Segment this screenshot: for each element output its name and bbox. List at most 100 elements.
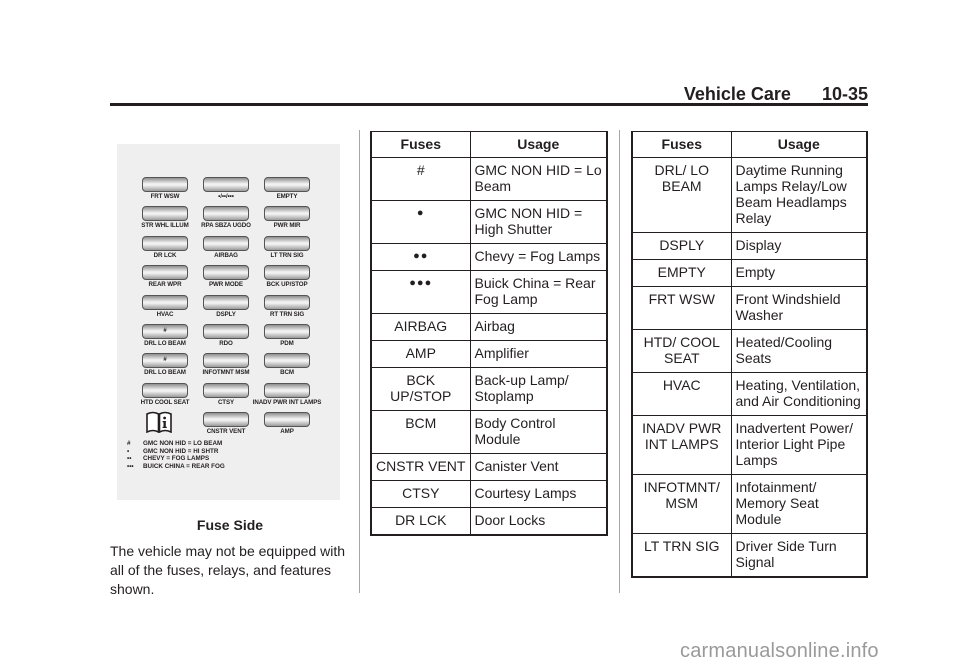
fuse-name-cell: INADV PWR INT LAMPS: [632, 415, 732, 475]
table-row: # GMC NON HID = Lo Beam: [371, 157, 608, 201]
fuse-usage-cell: GMC NON HID = High Shutter: [469, 200, 608, 244]
legend-item: ••• BUICK CHINA = REAR FOG: [127, 463, 225, 471]
legend-text: CHEVY = FOG LAMPS: [143, 455, 210, 463]
legend-item: # GMC NON HID = LO BEAM: [127, 440, 225, 448]
fuse-usage-cell: Canister Vent: [469, 453, 608, 481]
table-row: HTD/ COOL SEAT Heated/Cooling Seats: [632, 329, 868, 373]
fuse-name-cell: AMP: [371, 340, 471, 368]
fuse-usage-cell: Body Control Module: [469, 410, 608, 454]
fuse-name-cell: CTSY: [371, 480, 471, 508]
column-header-fuses: Fuses: [371, 131, 471, 158]
table-row: INADV PWR INT LAMPS Inadvertent Power/ In…: [632, 415, 868, 475]
fuse-slot-label: BCK UP/STOP: [266, 281, 308, 289]
table-row: DR LCK Door Locks: [371, 507, 608, 536]
legend-text: GMC NON HID = LO BEAM: [143, 440, 223, 447]
fuse-name-cell: CNSTR VENT: [371, 453, 471, 481]
column-header-usage: Usage: [730, 131, 868, 158]
fuse-usage-cell: Display: [730, 232, 868, 260]
fuse-slot: [203, 324, 249, 339]
fuse-slot: #: [142, 353, 188, 369]
fuse-slot: [142, 206, 188, 222]
table-row: LT TRN SIG Driver Side Turn Signal: [632, 533, 868, 578]
fuse-slot: [142, 294, 188, 310]
fuse-slot: [264, 294, 310, 310]
fuse-slot: [203, 412, 249, 428]
fuse-name-cell: AIRBAG: [371, 313, 471, 341]
legend-symbol: ••: [127, 455, 132, 463]
fuse-slot-label: AMP: [280, 428, 294, 436]
fuse-name-cell: FRT WSW: [632, 286, 732, 330]
fuse-slot: [264, 353, 310, 369]
fuse-slot: [203, 206, 249, 222]
watermark: carmanualsonline.info: [680, 640, 879, 662]
fuse-slot-label: PDM: [280, 340, 294, 347]
fuse-usage-cell: Back-up Lamp/ Stoplamp: [469, 367, 608, 411]
table-row: ● GMC NON HID = High Shutter: [371, 200, 608, 244]
table-row: BCM Body Control Module: [371, 410, 608, 454]
table-row: CTSY Courtesy Lamps: [371, 480, 608, 508]
fuse-table-left: Fuses Usage # GMC NON HID = Lo Beam ● GMC N…: [370, 131, 608, 536]
fuse-slot-label: PWR MIR: [273, 222, 301, 230]
fuse-name-cell: DSPLY: [632, 232, 732, 260]
fuse-usage-cell: Inadvertent Power/ Interior Light Pipe L…: [730, 415, 868, 475]
fuse-name-cell: ●●●: [371, 270, 471, 314]
fuse-usage-cell: Heating, Ventilation, and Air Conditioni…: [730, 372, 868, 416]
fuse-name-cell: BCK UP/STOP: [371, 367, 471, 411]
fuse-name-cell: EMPTY: [632, 259, 732, 287]
fuse-slot: [264, 206, 310, 222]
fuse-slot: [203, 382, 249, 398]
table-row: ●● Chevy = Fog Lamps: [371, 243, 608, 271]
fuse-name-cell: HVAC: [632, 372, 732, 416]
fuse-slot: [203, 265, 249, 281]
fuse-usage-cell: Airbag: [469, 313, 608, 341]
fuse-usage-cell: Driver Side Turn Signal: [730, 533, 868, 578]
fuse-slot-label: EMPTY: [276, 193, 298, 200]
fuse-name-cell: ●: [371, 200, 471, 244]
column-divider: [619, 130, 620, 593]
fuse-slot: [142, 382, 188, 398]
legend-item: •• CHEVY = FOG LAMPS: [127, 455, 225, 463]
fuse-name-cell: INFOTMNT/ MSM: [632, 474, 732, 534]
figure-caption: Fuse Side: [196, 517, 264, 533]
section-title: Vehicle Care: [683, 84, 791, 104]
fuse-slot: [264, 382, 310, 398]
fuse-slot: [264, 412, 310, 428]
column-header-usage: Usage: [469, 131, 608, 158]
fuse-slot-label: INADV PWR INT LAMPS: [252, 398, 322, 406]
table-row: INFOTMNT/ MSM Infotainment/ Memory Seat M…: [632, 474, 868, 534]
fuse-name-cell: #: [371, 157, 471, 201]
table-row: CNSTR VENT Canister Vent: [371, 453, 608, 481]
fuse-slot-label: LT TRN SIG: [270, 251, 304, 259]
fuse-slot: [264, 235, 310, 251]
legend-symbol: •: [127, 447, 130, 455]
fuse-slot: [203, 177, 249, 192]
fuse-usage-cell: Chevy = Fog Lamps: [469, 243, 608, 271]
fuse-usage-cell: Heated/Cooling Seats: [730, 329, 868, 373]
fuse-slot: #: [142, 324, 188, 339]
legend-symbol: •••: [127, 462, 134, 470]
table-row: DRL/ LO BEAM Daytime Running Lamps Relay/…: [632, 157, 868, 233]
owner-manual-info-icon: [146, 411, 172, 433]
fuse-slot: [142, 177, 188, 192]
fuse-usage-cell: Daytime Running Lamps Relay/Low Beam Hea…: [730, 157, 868, 233]
fuse-slot: [142, 235, 188, 251]
page-number: 10-35: [821, 84, 868, 104]
table-row: EMPTY Empty: [632, 259, 868, 287]
table-row: BCK UP/STOP Back-up Lamp/ Stoplamp: [371, 367, 608, 411]
fuse-usage-cell: Infotainment/ Memory Seat Module: [730, 474, 868, 534]
table-row: FRT WSW Front Windshield Washer: [632, 286, 868, 330]
legend-text: BUICK CHINA = REAR FOG: [143, 462, 225, 470]
table-row: DSPLY Display: [632, 232, 868, 260]
fuse-slot: [264, 265, 310, 281]
fuse-name-cell: DRL/ LO BEAM: [632, 157, 732, 233]
fuse-slot-label: BCM: [280, 369, 294, 377]
page-header: Vehicle Care 10-35: [110, 84, 868, 104]
table-row: AMP Amplifier: [371, 340, 608, 368]
table-row: AIRBAG Airbag: [371, 313, 608, 341]
column-header-fuses: Fuses: [632, 131, 732, 158]
equipment-note: The vehicle may not be equipped with all…: [110, 543, 346, 597]
fuse-slot: [203, 235, 249, 251]
fuse-slot: [203, 353, 249, 369]
diagram-legend: # GMC NON HID = LO BEAM • GMC NON HID = HI …: [127, 440, 225, 470]
legend-text: GMC NON HID = HI SHTR: [143, 447, 219, 455]
